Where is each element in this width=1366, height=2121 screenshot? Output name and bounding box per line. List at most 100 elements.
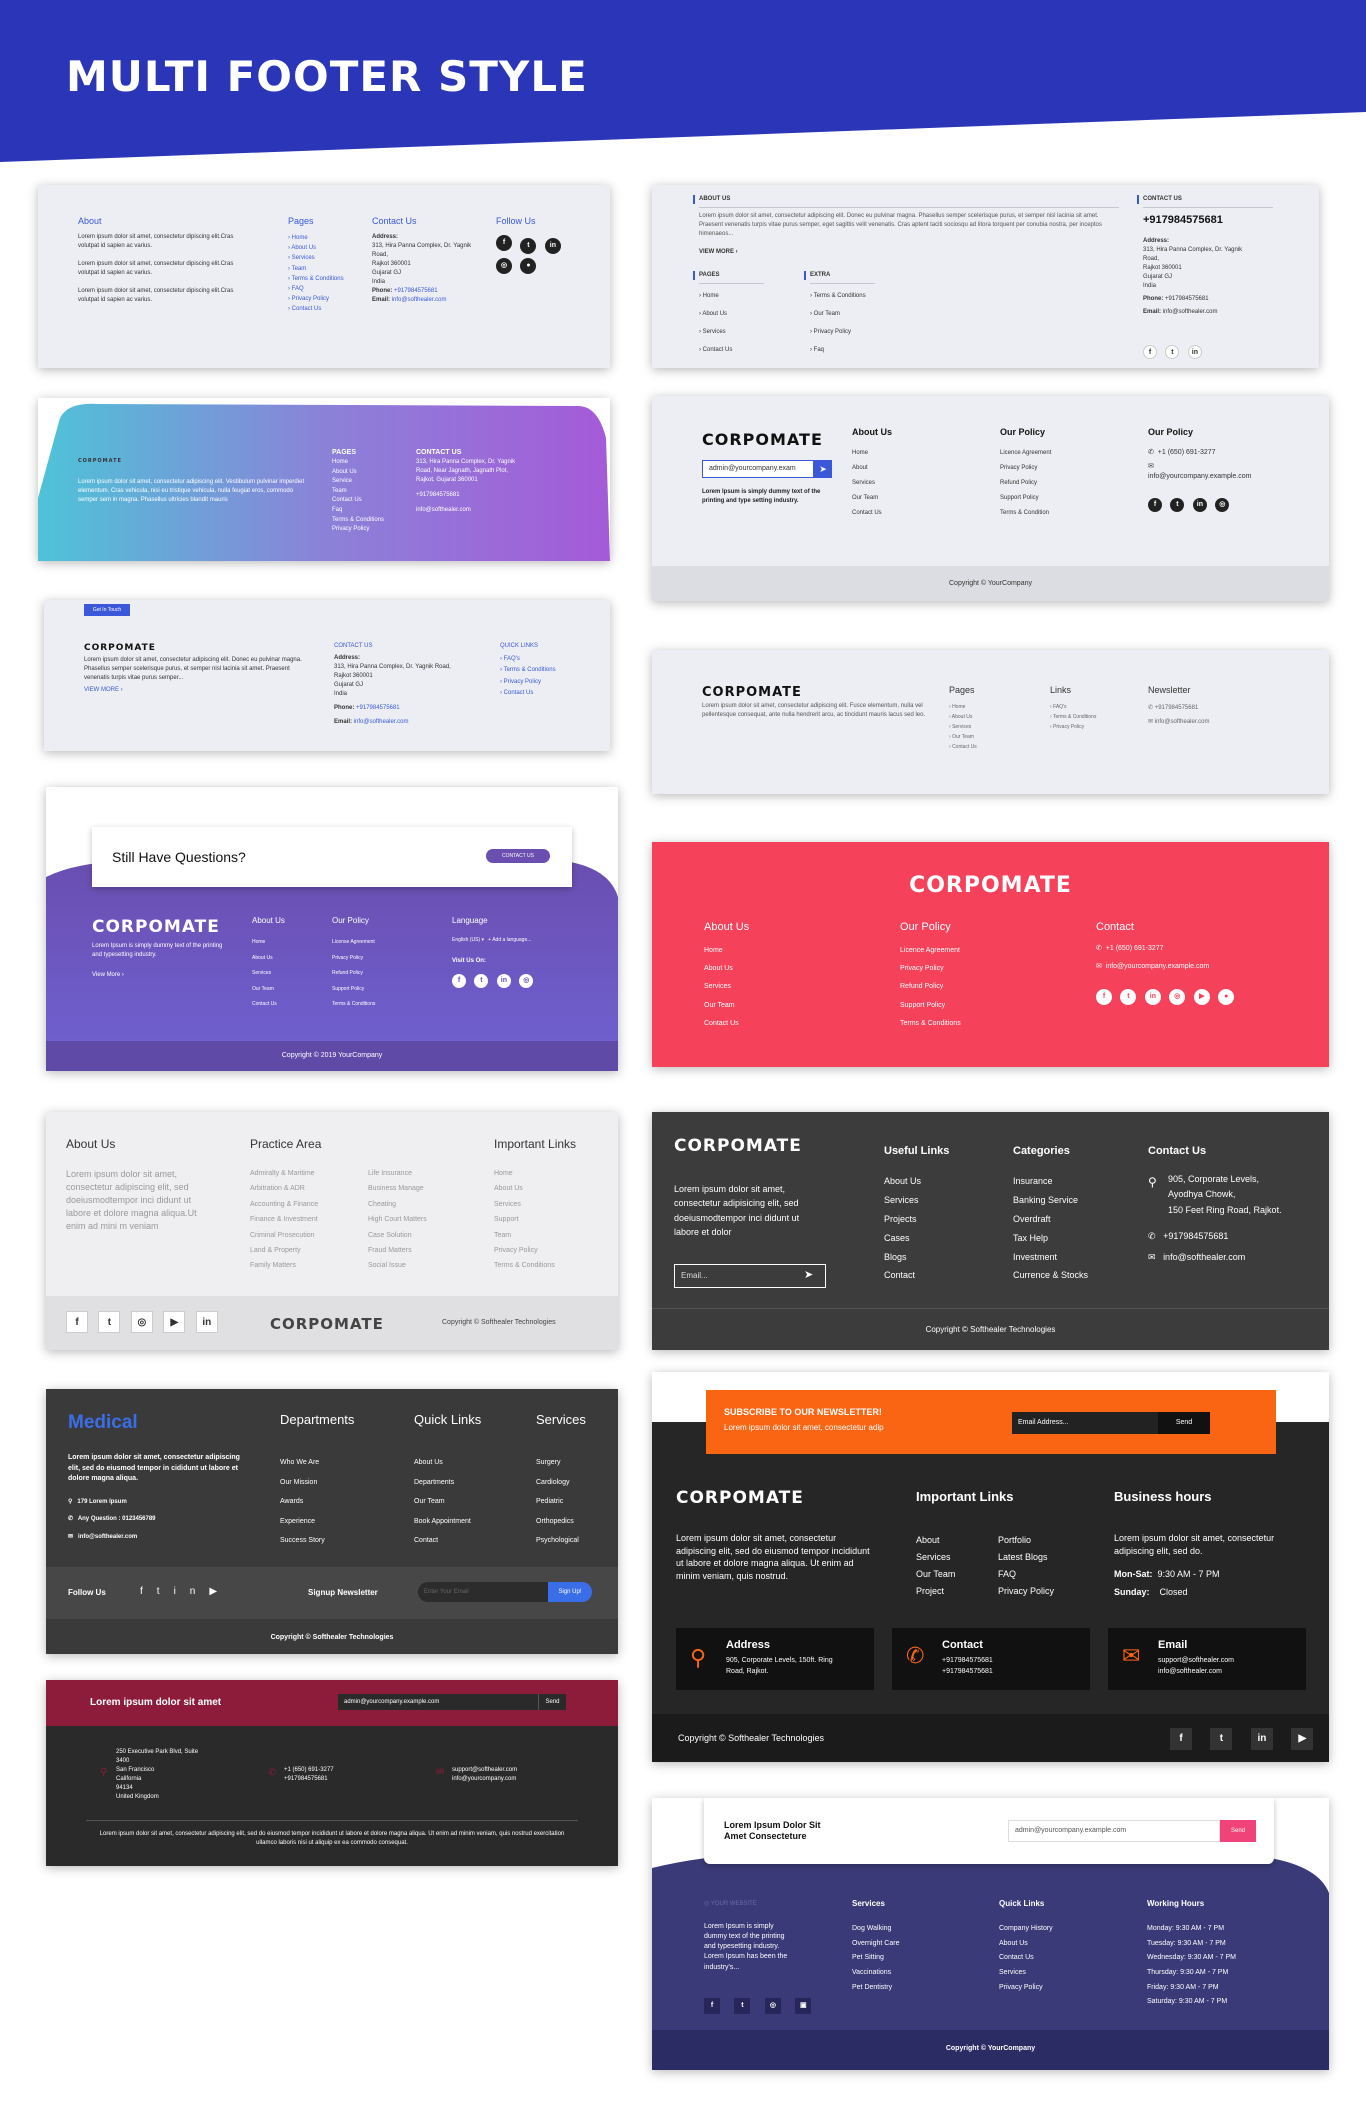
map-pin-icon: ⚲ [1148, 1175, 1157, 1189]
newsletter-input[interactable]: admin@yourcompany.example.com [1008, 1820, 1220, 1842]
instagram-icon[interactable]: ◎ [130, 1311, 153, 1333]
quick-links-list[interactable]: Company History About Us Contact Us Service… [999, 1922, 1053, 1995]
services-list[interactable]: Surgery Cardiology Pediatric Orthopedics Psy… [536, 1453, 579, 1551]
useful-list[interactable]: About Us Services Projects Cases Blogs Contac… [884, 1172, 921, 1285]
twitter-icon[interactable]: t [1165, 344, 1180, 359]
email: ✉ info@softhealer.com [68, 1534, 138, 1540]
policy-list[interactable]: Licence Agreement Privacy Policy Refund Po… [900, 942, 961, 1033]
twitter-icon[interactable]: t [474, 973, 489, 988]
contact-us-button[interactable]: CONTACT US [486, 849, 550, 863]
twitter-icon[interactable]: t [734, 1998, 751, 2014]
newsletter-title: Newsletter [1148, 685, 1191, 695]
newsletter-input[interactable]: Email Address... [1012, 1412, 1158, 1434]
footer-style-6: CORPOMATE Lorem ipsum dolor sit amet, co… [652, 650, 1329, 794]
view-more-link[interactable]: View More › [92, 971, 124, 980]
newsletter-input[interactable]: Enter Your Email [418, 1582, 548, 1602]
services-list[interactable]: Dog Walking Overnight Care Pet Sitting Vacc… [852, 1922, 899, 1995]
extra-list[interactable]: Terms & ConditionsOur TeamPrivacy Policy… [810, 287, 866, 359]
categories-list[interactable]: Insurance Banking Service Overdraft Tax Hel… [1013, 1172, 1088, 1285]
newsletter-title: Lorem Ipsum Dolor Sit Amet Consecteture [724, 1820, 821, 1841]
newsletter-phone: ✆ +917984575681 [1148, 705, 1199, 711]
links-list-b[interactable]: Portfolio Latest Blogs FAQ Privacy Policy [998, 1532, 1054, 1600]
view-more-link[interactable]: VIEW MORE › [84, 686, 123, 695]
instagram-icon[interactable]: ◎ [764, 1998, 781, 2014]
about-list[interactable]: Home About Us Services Our Team Contact Us [704, 942, 739, 1033]
brand-logo: CORPOMATE [674, 1136, 802, 1156]
brand-logo: Medical [68, 1412, 138, 1433]
twitter-icon[interactable]: t [157, 1586, 174, 1597]
facebook-icon[interactable]: f [66, 1311, 88, 1333]
briefcase-icon[interactable]: ▣ [795, 1998, 812, 2014]
quick-links-list[interactable]: About Us Departments Our Team Book Appointm… [414, 1453, 471, 1551]
policy-list[interactable]: License Agreement Privacy Policy Refund Po… [332, 935, 375, 1013]
pages-list[interactable]: HomeAbout UsServicesOur TeamContact Us [949, 702, 977, 752]
facebook-icon[interactable]: f [1143, 344, 1157, 359]
linkedin-icon[interactable]: in [1144, 988, 1161, 1005]
links-list[interactable]: Home About Us Services Support Team Privacy … [494, 1166, 555, 1274]
linkedin-icon[interactable]: in [1192, 497, 1207, 512]
send-button[interactable]: Send [1158, 1412, 1210, 1434]
github-icon[interactable]: ● [520, 257, 537, 274]
facebook-icon[interactable]: f [496, 235, 512, 251]
linkedin-icon[interactable]: in [174, 1586, 210, 1597]
facebook-icon[interactable]: f [1170, 1728, 1192, 1750]
hours-weekday: Mon-Sat: 9:30 AM - 7 PM [1114, 1569, 1220, 1579]
practice-list-a[interactable]: Admiralty & Maritime Arbitration & ADR Acc… [250, 1166, 318, 1274]
facebook-icon[interactable]: f [1096, 988, 1112, 1005]
twitter-icon[interactable]: t [1210, 1728, 1233, 1750]
linkedin-icon[interactable]: in [195, 1311, 218, 1333]
youtube-icon[interactable]: ▶ [1291, 1728, 1314, 1750]
twitter-icon[interactable]: t [1120, 988, 1137, 1005]
send-button[interactable]: Send [538, 1694, 566, 1710]
twitter-icon[interactable]: t [1170, 497, 1185, 512]
divider [86, 1820, 578, 1821]
social-icons: f t in ◎ ▶ ● [1096, 988, 1238, 1006]
twitter-icon[interactable]: t [520, 238, 537, 254]
practice-title: Practice Area [250, 1137, 322, 1151]
pages-list[interactable]: HomeAbout UsServicesTeam Terms & Conditi… [288, 233, 343, 315]
quick-links-title: Quick Links [999, 1899, 1045, 1908]
send-icon[interactable]: ➤ [804, 1268, 813, 1284]
address-title: Address [726, 1639, 771, 1651]
policy-list[interactable]: Licence Agreement Privacy Policy Refund Po… [1000, 446, 1051, 521]
view-more-link[interactable]: VIEW MORE › [699, 248, 738, 257]
youtube-icon[interactable]: ▶ [163, 1311, 186, 1333]
newsletter-input[interactable]: admin@yourcompany.exam [702, 460, 814, 478]
quick-links-list[interactable]: FAQ'sTerms & ConditionsPrivacy PolicyCon… [500, 654, 556, 700]
contact-title: Contact [942, 1639, 983, 1651]
linkedin-icon[interactable]: in [1187, 344, 1202, 359]
about-list[interactable]: Home About Us Services Our Team Contact Us [252, 935, 277, 1013]
about-list[interactable]: Home About Services Our Team Contact Us [852, 446, 882, 521]
twitter-icon[interactable]: t [98, 1311, 121, 1333]
links-list-a[interactable]: About Services Our Team Project [916, 1532, 955, 1600]
instagram-icon[interactable]: ◎ [1215, 497, 1230, 512]
facebook-icon[interactable]: f [140, 1586, 157, 1597]
send-button[interactable]: Send [1220, 1820, 1256, 1842]
copyright: Copyright © Softhealer Technologies [442, 1319, 556, 1326]
pages-list[interactable]: Home About Us Service Team Contact Us Faq Ter… [332, 458, 384, 535]
facebook-icon[interactable]: f [452, 973, 466, 988]
facebook-icon[interactable]: f [704, 1998, 720, 2014]
instagram-icon[interactable]: ◎ [1169, 988, 1186, 1005]
linkedin-icon[interactable]: in [544, 238, 561, 254]
instagram-icon[interactable]: ◎ [496, 257, 512, 274]
social-icons: f t in ▶ [1170, 1728, 1314, 1750]
language-select[interactable]: English (US) ▾ + Add a language... [452, 937, 531, 944]
newsletter-input[interactable]: admin@yourcompany.example.com [338, 1694, 538, 1710]
linkedin-icon[interactable]: in [496, 973, 511, 988]
departments-list[interactable]: Who We Are Our Mission Awards Experience Suc… [280, 1453, 325, 1551]
follow-title: Follow Us [496, 216, 536, 226]
youtube-icon[interactable]: ▶ [209, 1586, 231, 1597]
newsletter-send-button[interactable]: ➤ [814, 460, 832, 478]
footer-style-11: Medical Lorem ipsum dolor sit amet, cons… [46, 1389, 618, 1654]
links-list[interactable]: FAQ'sTerms & ConditionsPrivacy Policy [1050, 702, 1096, 732]
facebook-icon[interactable]: f [1148, 497, 1162, 512]
signup-button[interactable]: Sign Up! [548, 1582, 592, 1602]
pages-list[interactable]: HomeAbout UsServicesContact Us [699, 287, 732, 359]
instagram-icon[interactable]: ◎ [519, 973, 534, 988]
github-icon[interactable]: ● [1218, 988, 1235, 1005]
linkedin-icon[interactable]: in [1250, 1728, 1273, 1750]
youtube-icon[interactable]: ▶ [1193, 988, 1210, 1005]
about-text: Lorem ipsum dolor sit amet, consectetur … [78, 234, 234, 303]
practice-list-b[interactable]: Life Insurance Business Manage Cheating Hig… [368, 1166, 427, 1274]
